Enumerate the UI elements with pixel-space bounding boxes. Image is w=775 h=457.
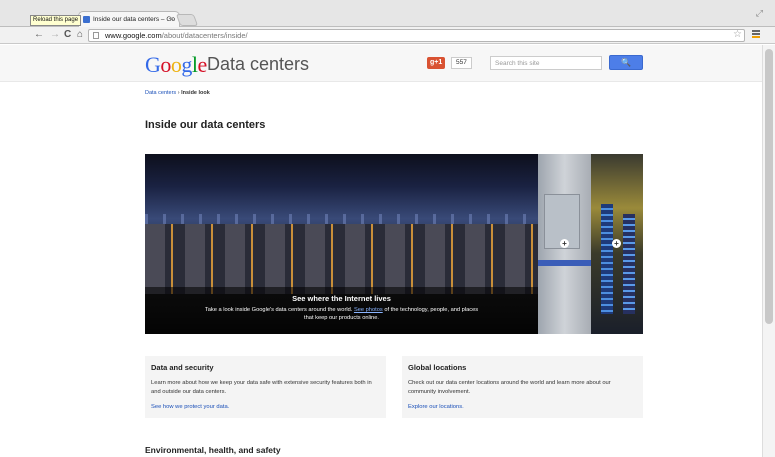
browser-toolbar: ← → C ⌂ www.google.com/about/datacenters… bbox=[0, 27, 775, 44]
address-bar[interactable]: www.google.com/about/datacenters/inside/ bbox=[88, 29, 745, 42]
breadcrumb-separator: › bbox=[177, 90, 180, 96]
hero-caption-text: Take a look inside Google's data centers… bbox=[204, 307, 479, 321]
wrench-menu-icon[interactable] bbox=[752, 30, 760, 40]
section-heading: Environmental, health, and safety bbox=[145, 445, 281, 455]
search-button[interactable]: 🔍 bbox=[609, 55, 643, 70]
plusone-button[interactable]: g+1 bbox=[427, 57, 446, 69]
search-icon: 🔍 bbox=[621, 58, 631, 67]
hero-caption: See where the Internet lives Take a look… bbox=[145, 287, 538, 334]
site-name[interactable]: Data centers bbox=[207, 54, 309, 75]
page-icon bbox=[93, 32, 99, 39]
back-icon[interactable]: ← bbox=[34, 28, 44, 42]
card-link[interactable]: Explore our locations. bbox=[408, 404, 464, 410]
card-body: Learn more about how we keep your data s… bbox=[151, 380, 372, 395]
url-path: /about/datacenters/inside/ bbox=[161, 31, 248, 40]
bookmark-star-icon[interactable]: ☆ bbox=[733, 29, 742, 40]
card-link[interactable]: See how we protect your data. bbox=[151, 404, 229, 410]
expand-icon[interactable]: + bbox=[612, 239, 621, 248]
page-title: Inside our data centers bbox=[145, 119, 266, 131]
reload-tooltip: Reload this page bbox=[30, 15, 82, 26]
forward-icon[interactable]: → bbox=[50, 28, 60, 42]
card-title: Global locations bbox=[408, 363, 467, 372]
home-icon[interactable]: ⌂ bbox=[77, 28, 83, 42]
card-body: Check out our data center locations arou… bbox=[408, 380, 611, 395]
card-data-security: Data and security Learn more about how w… bbox=[145, 356, 386, 418]
page-viewport: Google Data centers g+1 557 🔍 Data cente… bbox=[0, 45, 762, 457]
card-title: Data and security bbox=[151, 363, 214, 372]
expand-icon[interactable]: + bbox=[560, 239, 569, 248]
plusone-count: 557 bbox=[451, 57, 472, 69]
hero-caption-title: See where the Internet lives bbox=[292, 294, 391, 303]
close-tab-icon[interactable]: × bbox=[170, 12, 174, 27]
scrollbar-thumb[interactable] bbox=[765, 49, 773, 324]
tab-strip: Reload this page Inside our data centers… bbox=[0, 0, 775, 28]
browser-window: Reload this page Inside our data centers… bbox=[0, 0, 775, 457]
search-input[interactable] bbox=[490, 56, 602, 70]
new-tab-button[interactable] bbox=[175, 14, 199, 26]
see-photos-link[interactable]: See photos bbox=[354, 307, 383, 313]
favicon-icon bbox=[83, 16, 90, 23]
site-header: Google Data centers g+1 557 🔍 bbox=[0, 45, 762, 82]
active-tab[interactable]: Inside our data centers – Go × bbox=[78, 11, 180, 28]
hero-thumbnail-racks[interactable]: + bbox=[591, 154, 643, 334]
reload-icon[interactable]: C bbox=[64, 28, 71, 42]
hero-carousel[interactable]: + + See where the Internet lives Take a … bbox=[145, 154, 643, 334]
url-host: www.google.com bbox=[105, 31, 162, 40]
hero-thumbnail-server[interactable]: + bbox=[538, 154, 591, 334]
breadcrumb-parent-link[interactable]: Data centers bbox=[145, 90, 176, 96]
tab-title: Inside our data centers – Go bbox=[93, 16, 176, 23]
card-global-locations: Global locations Check out our data cent… bbox=[402, 356, 643, 418]
vertical-scrollbar[interactable] bbox=[762, 45, 775, 457]
fullscreen-icon[interactable]: ⤢ bbox=[756, 8, 763, 19]
breadcrumb-current: Inside look bbox=[181, 90, 210, 96]
google-logo[interactable]: Google bbox=[145, 52, 207, 78]
breadcrumb: Data centers › Inside look bbox=[145, 90, 210, 96]
